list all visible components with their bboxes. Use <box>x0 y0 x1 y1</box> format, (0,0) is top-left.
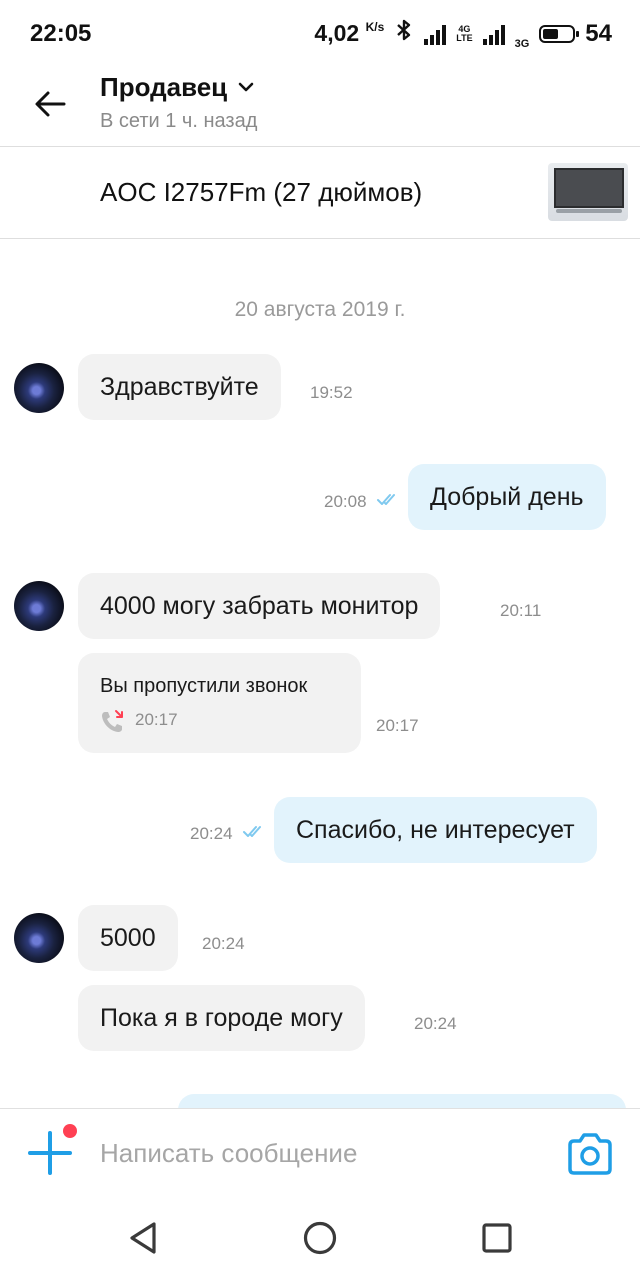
status-bar: 22:05 4,02 K/s 4G LTE 3G 54 <box>0 0 640 66</box>
missed-call-icon <box>102 710 123 732</box>
signal-icon <box>424 23 447 45</box>
seller-status: В сети 1 ч. назад <box>100 110 258 132</box>
missed-call-time: 20:17 <box>135 710 178 729</box>
network-type-4g-lte: 4G LTE <box>456 23 473 43</box>
status-time: 22:05 <box>30 20 92 47</box>
message-bubble-outgoing[interactable]: Добрый день <box>408 464 606 530</box>
message-time: 20:11 <box>500 601 542 620</box>
message-time: 20:24 <box>190 824 233 843</box>
item-divider <box>0 238 640 239</box>
message-bubble-incoming[interactable]: 5000 <box>78 905 178 971</box>
battery-percent: 54 <box>585 19 612 47</box>
camera-button[interactable] <box>566 1131 614 1177</box>
signal-icon-2 <box>482 23 505 45</box>
message-time: 20:24 <box>414 1014 457 1033</box>
message-time: 20:24 <box>202 934 245 953</box>
notification-dot <box>63 1124 77 1138</box>
message-bubble-incoming[interactable]: Пока я в городе могу <box>78 985 365 1051</box>
seller-avatar[interactable] <box>14 581 64 631</box>
message-time: 20:08 <box>324 492 367 511</box>
nav-home-button[interactable] <box>302 1220 338 1261</box>
monitor-stand <box>556 209 622 213</box>
missed-call-text: Вы пропустили звонок <box>100 675 308 697</box>
nav-home-icon <box>303 1221 337 1255</box>
battery-fill <box>543 28 559 39</box>
seller-avatar[interactable] <box>14 363 64 413</box>
listing-thumbnail[interactable] <box>548 163 628 221</box>
seller-name[interactable]: Продавец <box>100 72 227 103</box>
back-arrow-icon <box>35 91 66 117</box>
network-type-3g: 3G <box>514 38 530 50</box>
monitor-screen <box>554 168 624 208</box>
chat-header: Продавец В сети 1 ч. назад <box>0 66 640 146</box>
listing-item-row[interactable]: AOC I2757Fm (27 дюймов) <box>0 147 640 239</box>
message-bubble-incoming[interactable]: Здравствуйте <box>78 354 281 420</box>
battery-icon <box>539 24 580 43</box>
message-input[interactable] <box>100 1133 530 1173</box>
message-time: 20:17 <box>376 716 419 735</box>
message-composer <box>0 1108 640 1201</box>
network-speed: 4,02 K/s <box>314 20 385 46</box>
double-check-icon <box>243 826 261 837</box>
message-bubble-outgoing[interactable]: Спасибо, не интересует <box>274 797 597 863</box>
nav-recents-button[interactable] <box>480 1221 514 1260</box>
missed-call-bubble[interactable]: Вы пропустили звонок 20:17 <box>78 653 361 753</box>
status-indicators: 4,02 K/s 4G LTE 3G 54 <box>314 18 612 50</box>
listing-title[interactable]: AOC I2757Fm (27 дюймов) <box>100 177 422 208</box>
camera-icon <box>568 1133 612 1175</box>
message-bubble-incoming[interactable]: 4000 могу забрать монитор <box>78 573 441 639</box>
nav-recents-icon <box>482 1223 512 1253</box>
nav-back-icon <box>130 1222 156 1254</box>
system-nav-bar <box>0 1200 640 1280</box>
date-separator: 20 августа 2019 г. <box>234 298 406 321</box>
message-time: 19:52 <box>310 383 353 402</box>
nav-back-button[interactable] <box>126 1220 160 1261</box>
double-check-icon <box>377 494 395 505</box>
seller-avatar[interactable] <box>14 913 64 963</box>
back-button[interactable] <box>26 80 74 128</box>
bluetooth-icon <box>394 18 414 49</box>
chevron-down-icon[interactable] <box>237 78 255 101</box>
